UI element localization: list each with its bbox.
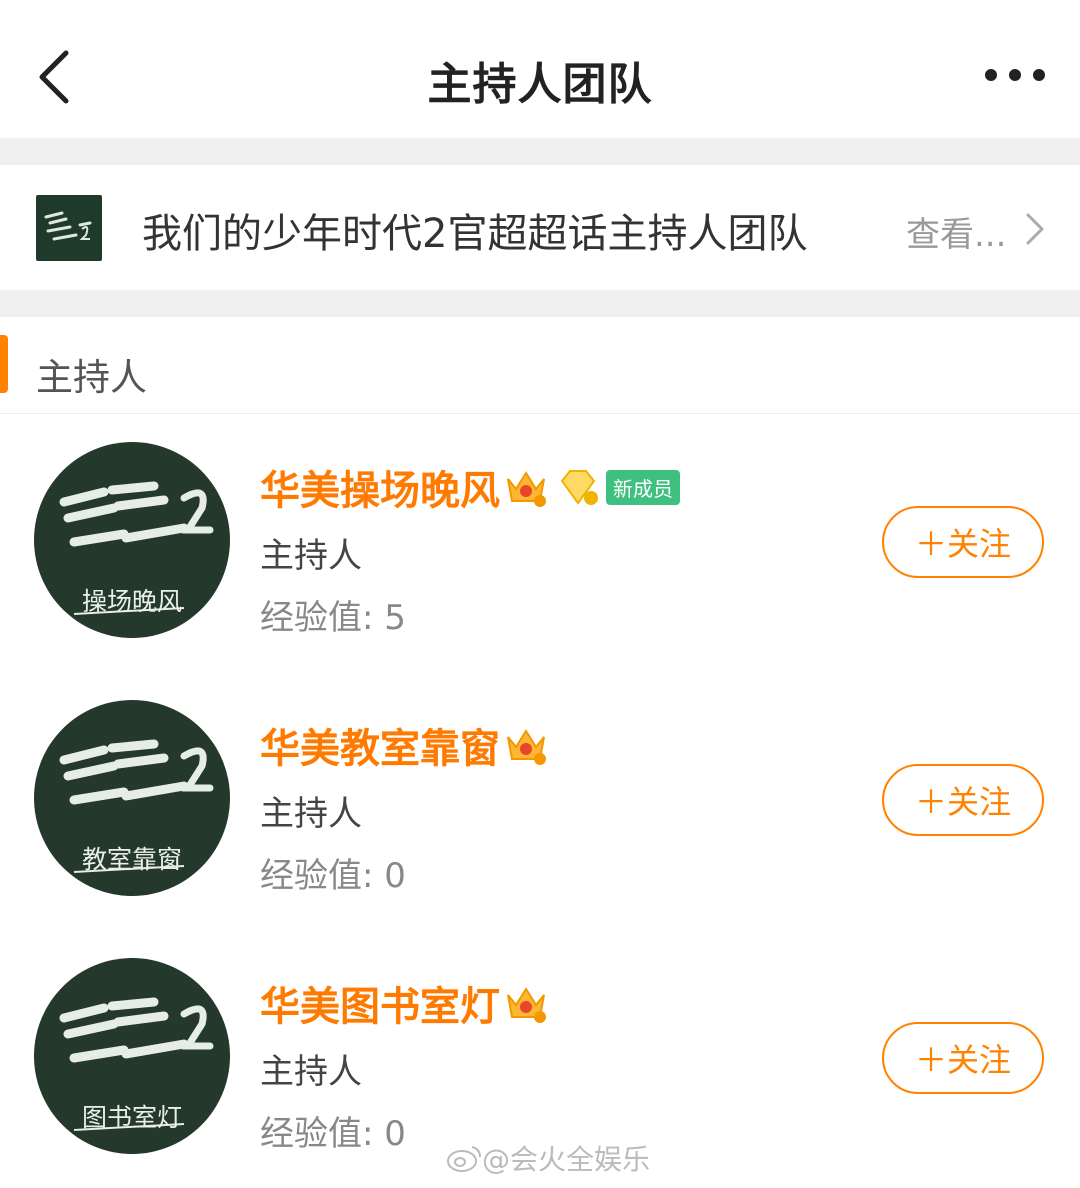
member-name-row: 华美图书室灯 [260, 974, 548, 1032]
topic-name: 我们的少年时代2官超超话主持人团队 [142, 211, 808, 257]
follow-button[interactable]: ＋关注 [882, 764, 1044, 836]
member-role: 主持人 [260, 1052, 362, 1092]
more-icon [985, 69, 1045, 81]
watermark-text: @会火全娱乐 [482, 1143, 651, 1176]
chevron-right-icon [1026, 213, 1044, 245]
section-accent-bar [0, 335, 8, 393]
avatar-caption: 图书室灯 [81, 1103, 182, 1132]
member-name[interactable]: 华美图书室灯 [260, 974, 500, 1032]
avatar[interactable]: 教室靠窗 [34, 700, 230, 896]
new-member-badge: 新成员 [606, 469, 680, 505]
follow-button[interactable]: ＋关注 [882, 506, 1044, 578]
weibo-icon [447, 1146, 481, 1172]
member-role: 主持人 [260, 536, 362, 576]
avatar-caption: 操场晚风 [81, 587, 182, 616]
divider [0, 138, 1080, 165]
more-button[interactable] [980, 50, 1050, 100]
crown-icon [507, 729, 546, 765]
watermark: @会火全娱乐 [446, 1138, 650, 1178]
member-name-row: 华美教室靠窗 [260, 716, 548, 774]
member-name[interactable]: 华美教室靠窗 [260, 716, 500, 774]
nav-bar: 主持人团队 [0, 0, 1080, 138]
crown-icon [507, 471, 546, 507]
topic-row[interactable]: 我们的少年时代2官超超话主持人团队 查看... [0, 165, 1080, 290]
member-row[interactable]: 操场晚风 华美操场晚风 新成员 主持人 经验值: 5 ＋关注 [0, 414, 1080, 673]
topic-more-link[interactable]: 查看... [906, 207, 1006, 256]
crown-icon [507, 987, 546, 1023]
section-title: 主持人 [36, 356, 147, 399]
member-role: 主持人 [260, 794, 362, 834]
avatar[interactable]: 图书室灯 [34, 958, 230, 1154]
member-exp: 经验值: 5 [260, 598, 406, 638]
member-name-row: 华美操场晚风 新成员 [260, 458, 680, 516]
member-exp: 经验值: 0 [260, 1114, 406, 1154]
member-exp: 经验值: 0 [260, 856, 406, 896]
avatar-caption: 教室靠窗 [81, 845, 182, 874]
topic-thumbnail [36, 195, 102, 261]
diamond-icon [560, 470, 598, 505]
avatar[interactable]: 操场晚风 [34, 442, 230, 638]
member-name[interactable]: 华美操场晚风 [260, 458, 500, 516]
page-title: 主持人团队 [427, 59, 653, 110]
member-row[interactable]: 教室靠窗 华美教室靠窗 主持人 经验值: 0 ＋关注 [0, 672, 1080, 931]
follow-button[interactable]: ＋关注 [882, 1022, 1044, 1094]
section-header: 主持人 [0, 317, 1080, 414]
divider [0, 290, 1080, 317]
